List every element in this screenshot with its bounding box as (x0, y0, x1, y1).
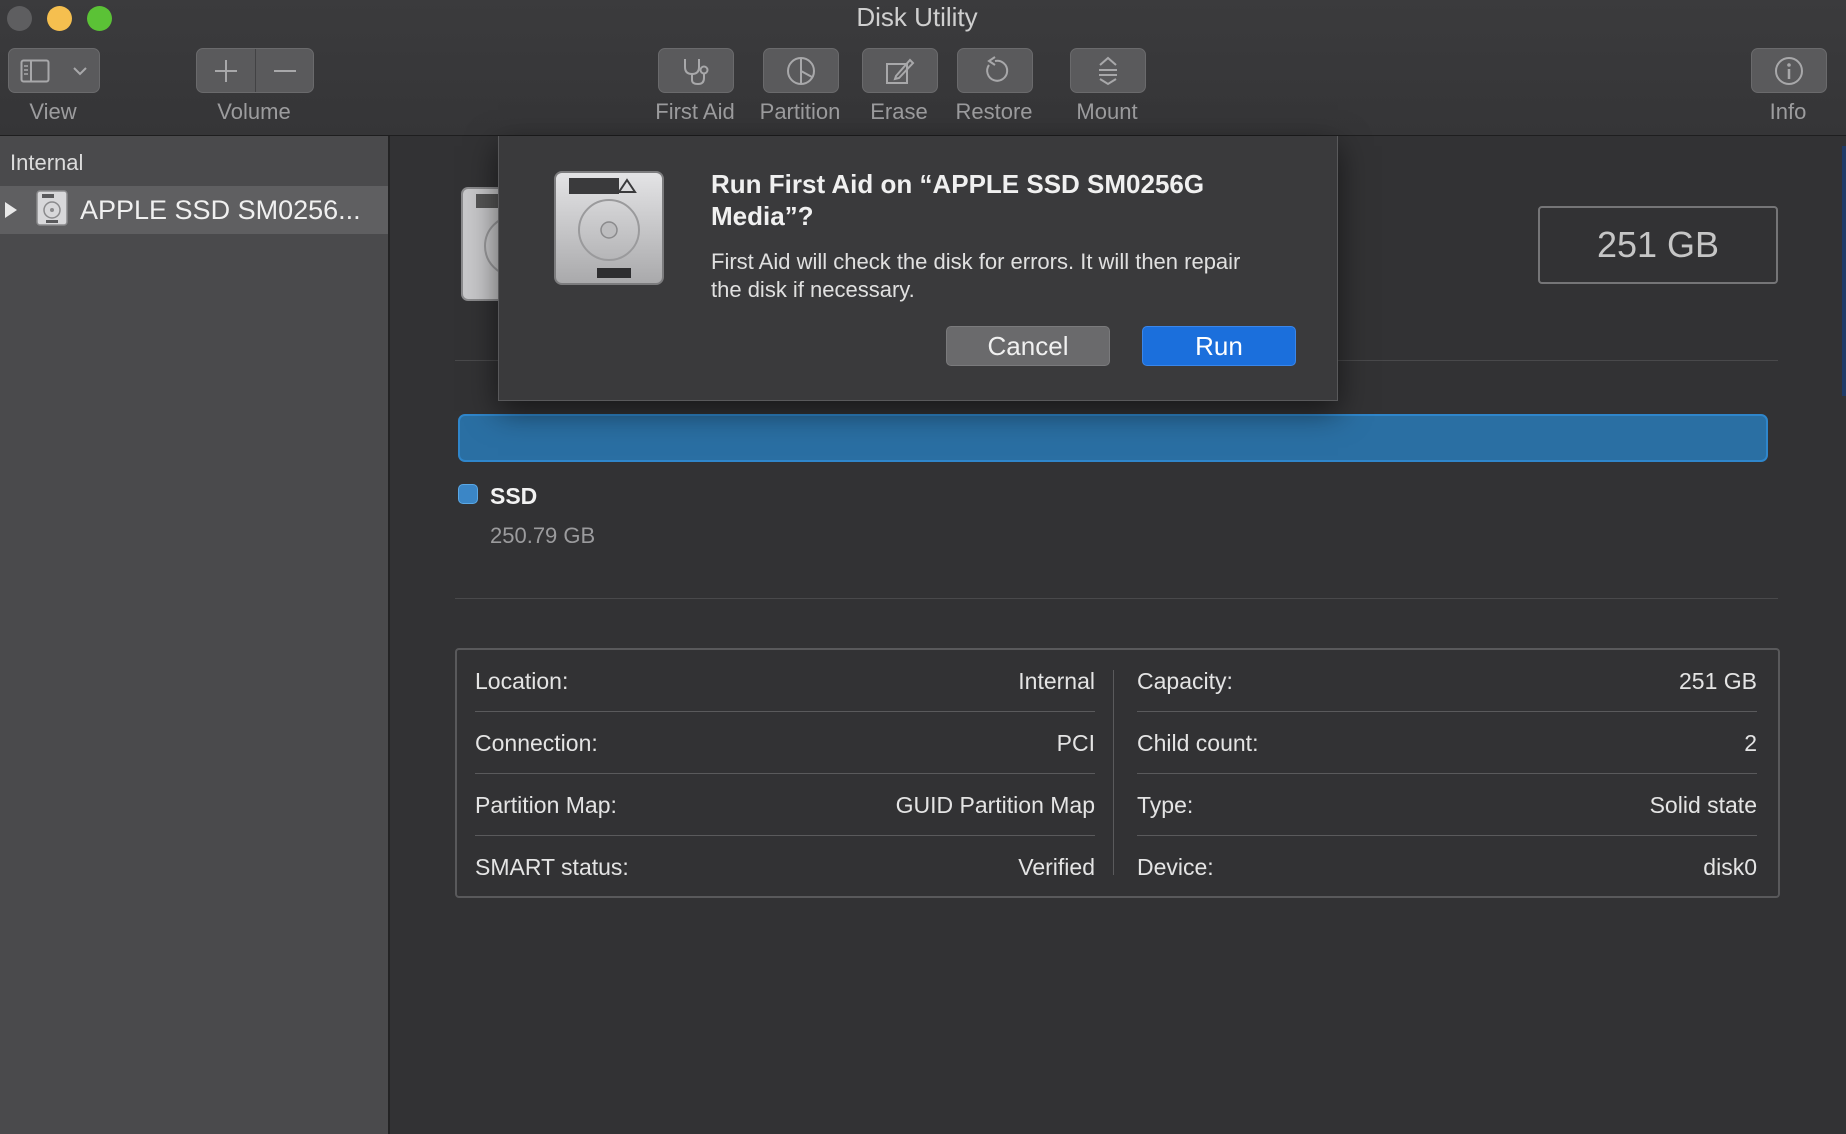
dialog-title: Run First Aid on “APPLE SSD SM0256G Medi… (711, 169, 1205, 231)
info-value: 251 GB (1679, 667, 1757, 694)
info-row-capacity: Capacity: 251 GB (1137, 650, 1757, 712)
hard-disk-icon (551, 168, 667, 293)
sidebar-item-label: APPLE SSD SM0256... (80, 194, 361, 225)
column-divider (1113, 670, 1114, 875)
info-value: disk0 (1703, 853, 1757, 880)
info-label: Connection: (475, 729, 598, 756)
info-label: Type: (1137, 791, 1194, 818)
info-value: Solid state (1649, 791, 1757, 818)
first-aid-label: First Aid (655, 99, 735, 124)
usage-bar (458, 414, 1768, 462)
remove-volume-button[interactable] (257, 49, 313, 92)
info-value: PCI (1056, 729, 1095, 756)
erase-label: Erase (870, 99, 928, 124)
info-label: Partition Map: (475, 791, 617, 818)
info-row-connection: Connection: PCI (475, 712, 1095, 774)
volume-segmented-control (196, 48, 314, 93)
toolbar: Disk Utility View Volume First Aid Parti… (0, 0, 1846, 136)
undo-icon (986, 55, 1009, 82)
info-row-device: Device: disk0 (1137, 836, 1757, 898)
info-value: GUID Partition Map (895, 791, 1095, 818)
info-label: Capacity: (1137, 667, 1233, 694)
eject-icon (1099, 56, 1117, 85)
partition-label: Partition (759, 99, 841, 124)
disk-info-table: Location: Internal Connection: PCI Parti… (455, 648, 1780, 898)
divider (455, 598, 1778, 599)
info-row-type: Type: Solid state (1137, 774, 1757, 836)
info-row-child-count: Child count: 2 (1137, 712, 1757, 774)
window-edge-highlight (1842, 146, 1846, 396)
legend-color-swatch (458, 484, 478, 504)
cancel-button[interactable]: Cancel (946, 326, 1110, 366)
pie-icon (787, 56, 815, 85)
info-row-partition-map: Partition Map: GUID Partition Map (475, 774, 1095, 836)
disk-utility-window: Disk Utility View Volume First Aid Parti… (0, 0, 1846, 1134)
volume-label: Volume (217, 99, 291, 124)
info-row-smart-status: SMART status: Verified (475, 836, 1095, 898)
first-aid-dialog: Run First Aid on “APPLE SSD SM0256G Medi… (498, 136, 1338, 401)
info-row-location: Location: Internal (475, 650, 1095, 712)
segment-divider (254, 49, 256, 92)
disclosure-triangle-icon[interactable] (4, 200, 20, 220)
chevron-down-icon (73, 66, 87, 75)
capacity-box: 251 GB (1538, 206, 1778, 284)
mount-label: Mount (1076, 99, 1138, 124)
sidebar-item-apple-ssd[interactable]: APPLE SSD SM0256... (0, 186, 388, 234)
legend-volume-name: SSD (490, 483, 538, 509)
info-value: Verified (1018, 853, 1095, 880)
info-button[interactable] (1751, 48, 1827, 93)
mount-button[interactable] (1070, 48, 1146, 93)
sidebar-icon (20, 59, 50, 82)
first-aid-button[interactable] (658, 48, 734, 93)
info-label: Device: (1137, 853, 1214, 880)
plus-icon (214, 59, 237, 82)
minus-icon (273, 69, 296, 72)
info-label: Location: (475, 667, 569, 694)
partition-button[interactable] (763, 48, 839, 93)
info-value: 2 (1744, 729, 1757, 756)
stethoscope-icon (684, 58, 709, 85)
restore-label: Restore (955, 99, 1033, 124)
add-volume-button[interactable] (198, 49, 254, 92)
run-button[interactable]: Run (1142, 326, 1296, 366)
pencil-icon (886, 58, 915, 84)
info-label: SMART status: (475, 853, 629, 880)
info-column-right: Capacity: 251 GB Child count: 2 Type: So… (1137, 650, 1757, 898)
info-column-left: Location: Internal Connection: PCI Parti… (475, 650, 1095, 898)
info-icon (1775, 56, 1803, 85)
hard-disk-icon (36, 189, 68, 231)
sidebar-section-internal: Internal (10, 150, 84, 175)
legend-volume-size: 250.79 GB (490, 523, 596, 548)
dialog-message: First Aid will check the disk for errors… (711, 249, 1241, 302)
sidebar: Internal APPLE SSD SM0256... (0, 136, 390, 1134)
restore-button[interactable] (957, 48, 1033, 93)
view-button[interactable] (8, 48, 100, 93)
window-title: Disk Utility (856, 2, 978, 32)
erase-button[interactable] (862, 48, 938, 93)
info-value: Internal (1018, 667, 1095, 694)
info-label: Child count: (1137, 729, 1259, 756)
info-label: Info (1769, 99, 1807, 124)
view-label: View (29, 99, 77, 124)
